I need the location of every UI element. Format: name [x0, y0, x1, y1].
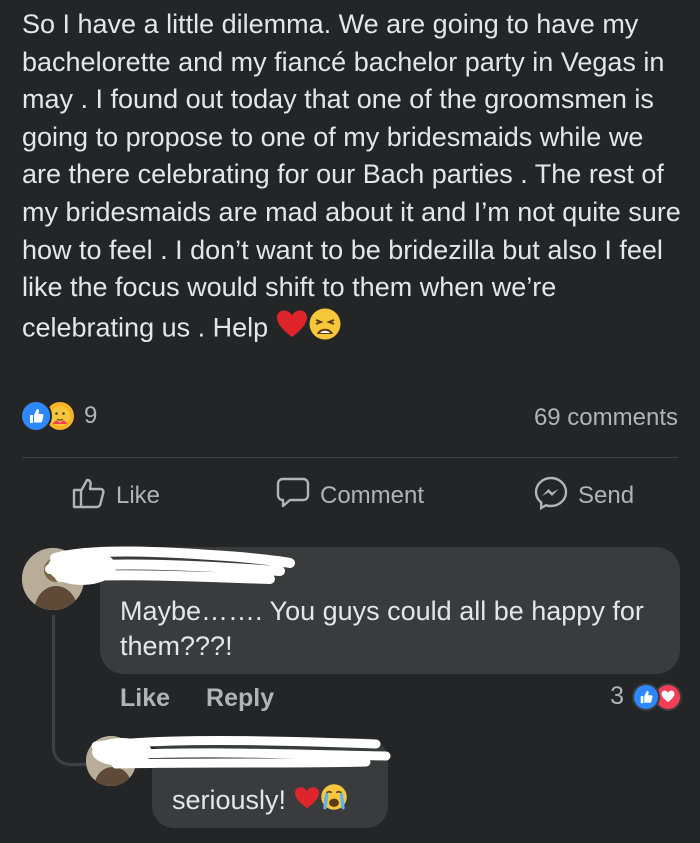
comments-count-link[interactable]: 69 comments	[534, 404, 678, 432]
post-text: So I have a little dilemma. We are going…	[22, 6, 687, 351]
comment-button[interactable]: Comment	[276, 470, 424, 522]
weary-face-emoji	[308, 307, 342, 352]
thumbs-up-icon	[72, 477, 116, 516]
comment-button-label: Comment	[320, 482, 425, 509]
reply-bubble: seriously!	[91, 736, 391, 828]
reply-text: seriously!	[172, 783, 348, 820]
red-heart-emoji	[276, 309, 308, 350]
like-icon	[20, 400, 52, 432]
comment-actions: Like Reply	[120, 684, 274, 713]
messenger-icon	[534, 476, 578, 517]
comment-reaction-count: 3	[610, 682, 624, 710]
redacted-name-scribble	[91, 736, 391, 769]
divider	[22, 457, 678, 458]
post-body: So I have a little dilemma. We are going…	[22, 9, 681, 343]
comment-reply-link[interactable]: Reply	[206, 684, 274, 713]
like-button[interactable]: Like	[72, 470, 160, 522]
reply-body: seriously!	[172, 785, 287, 815]
post-action-bar: Like Comment Send	[0, 470, 700, 522]
send-button-label: Send	[578, 482, 635, 509]
reaction-count: 9	[84, 402, 98, 429]
red-heart-emoji	[294, 784, 320, 819]
send-button[interactable]: Send	[534, 470, 634, 522]
like-icon	[632, 682, 660, 711]
post-reactions[interactable]: 9	[20, 400, 97, 432]
comment-reactions[interactable]: 3	[610, 682, 682, 711]
crying-face-emoji	[320, 783, 348, 820]
comment-text: Maybe……. You guys could all be happy for…	[120, 596, 644, 661]
like-button-label: Like	[116, 482, 161, 509]
comment-bubble: Maybe……. You guys could all be happy for…	[45, 546, 680, 674]
comment-like-link[interactable]: Like	[120, 684, 170, 713]
speech-bubble-icon	[276, 477, 320, 516]
redacted-name-scribble	[45, 546, 295, 585]
